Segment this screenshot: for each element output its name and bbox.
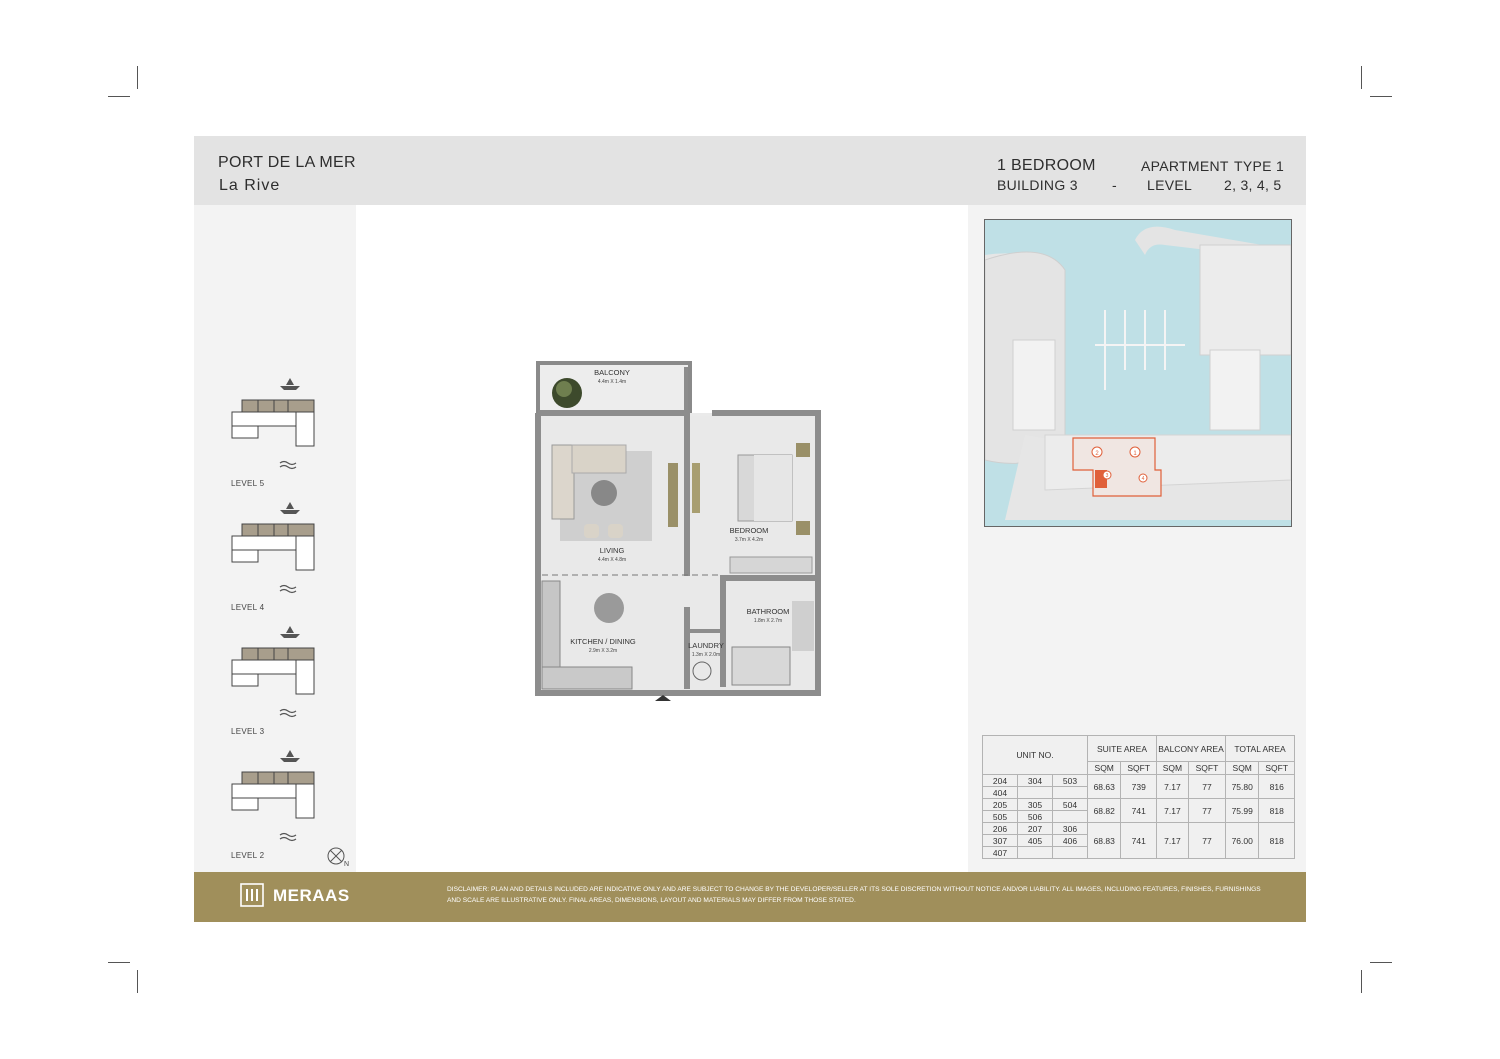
area-table: UNIT NO. SUITE AREA BALCONY AREA TOTAL A… [982, 735, 1295, 859]
room-bathroom: BATHROOM [747, 607, 790, 616]
room-kitchen: KITCHEN / DINING [570, 637, 636, 646]
project-name: PORT DE LA MER [218, 154, 356, 171]
balcony-area-header: BALCONY AREA [1156, 735, 1226, 762]
key-plan-label: LEVEL 5 [231, 479, 265, 488]
dining-table [594, 593, 624, 623]
vanity [792, 601, 814, 651]
site-location-map: 1 2 3 4 [984, 219, 1292, 527]
crop-mark [108, 962, 130, 963]
room-laundry-size: 1.3m X 2.0m [692, 652, 720, 658]
key-plan-label: LEVEL 4 [231, 603, 265, 612]
crop-mark [1370, 96, 1392, 97]
brand-name: MERAAS [273, 886, 350, 905]
key-plan-label: LEVEL 3 [231, 727, 265, 736]
sofa [551, 444, 575, 520]
suite-area-header: SUITE AREA [1087, 735, 1157, 762]
north-arrow-icon [327, 847, 345, 865]
room-kitchen-size: 2.9m X 3.2m [589, 648, 617, 654]
room-balcony: BALCONY [594, 368, 630, 377]
key-plan-level-3 [231, 626, 315, 718]
boat-icon [280, 626, 300, 638]
building-footprint [231, 647, 315, 695]
crop-mark [1361, 66, 1362, 89]
table-row: 205 305 504 68.82 741 7.17 77 75.99 818 [982, 798, 1295, 823]
tv-unit [668, 463, 678, 527]
building-footprint [231, 399, 315, 447]
boat-icon [280, 378, 300, 390]
waves-icon [279, 460, 297, 470]
disclaimer-text: DISCLAIMER: PLAN AND DETAILS INCLUDED AR… [447, 886, 1261, 904]
waves-icon [279, 832, 297, 842]
floor-plan-drawing: BALCONY 4.4m X 1.4m LIVING 4.4m X 4.8m B… [535, 361, 821, 701]
room-balcony-size: 4.4m X 1.4m [598, 379, 626, 385]
key-plan-label: LEVEL 2 [231, 851, 265, 860]
north-label: N [344, 861, 350, 868]
map-marker-label: 3 [1106, 473, 1109, 479]
crop-mark [1370, 962, 1392, 963]
key-plan-level-2 [231, 750, 315, 842]
room-bedroom: BEDROOM [730, 526, 769, 535]
meraas-logo-icon [240, 883, 264, 907]
crop-mark [108, 96, 130, 97]
header-bar: PORT DE LA MER La Rive 1 BEDROOM APARTME… [194, 136, 1306, 205]
shower [731, 646, 791, 686]
building-label: BUILDING 3 [997, 177, 1078, 193]
crop-mark [137, 970, 138, 993]
room-living: LIVING [600, 546, 625, 555]
header-separator: - [1112, 177, 1117, 193]
unit-header: SQM [1224, 761, 1260, 775]
map-marker-label: 4 [1142, 476, 1145, 482]
apartment-label: APARTMENT [1141, 158, 1229, 174]
footer-bar: MERAAS DISCLAIMER: PLAN AND DETAILS INCL… [194, 872, 1306, 922]
waves-icon [279, 708, 297, 718]
key-plan-level-5 [231, 378, 315, 470]
total-area-header: TOTAL AREA [1225, 735, 1295, 762]
level-values: 2, 3, 4, 5 [1224, 177, 1282, 193]
unit-header: SQFT [1187, 761, 1227, 775]
room-bedroom-size: 3.7m X 4.2m [735, 537, 763, 543]
key-plan-column: LEVEL 5 LEVEL 4 LEVEL 3 LEVEL 2 N [194, 205, 356, 872]
boat-icon [280, 750, 300, 762]
waves-icon [279, 584, 297, 594]
boat-icon [280, 502, 300, 514]
unit-header: SQM [1086, 761, 1122, 775]
wall-living-bedroom [684, 416, 690, 576]
unit-header: SQFT [1120, 761, 1157, 775]
room-living-size: 4.4m X 4.8m [598, 557, 626, 563]
room-bathroom-size: 1.8m X 2.7m [754, 618, 782, 624]
floor-plan-sheet: PORT DE LA MER La Rive 1 BEDROOM APARTME… [194, 136, 1306, 922]
unit-type: 1 BEDROOM [997, 157, 1096, 174]
coffee-table [591, 480, 617, 506]
table-row: 206 207 306 68.83 741 7.17 77 76.00 818 [982, 822, 1295, 859]
key-plan-level-4 [231, 502, 315, 594]
type-label: TYPE 1 [1234, 158, 1285, 174]
table-row: 204 304 503 68.63 739 7.17 77 75.80 816 [982, 774, 1295, 799]
unit-header: SQFT [1258, 761, 1295, 775]
unit-no-header: UNIT NO. [982, 735, 1088, 775]
project-subtitle: La Rive [219, 177, 281, 194]
room-laundry: LAUNDRY [688, 641, 724, 650]
building-footprint [231, 771, 315, 819]
wardrobe [729, 556, 813, 574]
crop-mark [137, 66, 138, 89]
building-footprint [231, 523, 315, 571]
unit-header: SQM [1156, 761, 1189, 775]
level-label: LEVEL [1147, 177, 1193, 193]
crop-mark [1361, 970, 1362, 993]
